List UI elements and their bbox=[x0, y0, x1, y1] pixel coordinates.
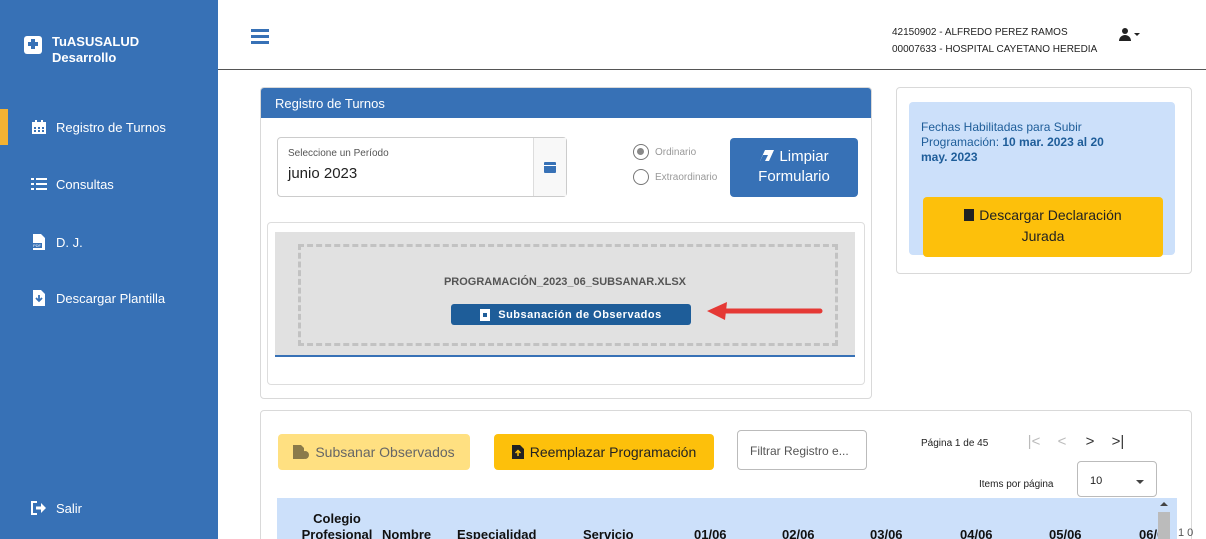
chevron-down-icon bbox=[1136, 480, 1144, 484]
limpiar-formulario-button[interactable]: Limpiar Formulario bbox=[730, 138, 858, 197]
card-title: Registro de Turnos bbox=[261, 88, 871, 118]
radio-unselected-icon[interactable] bbox=[633, 169, 649, 185]
periodo-field[interactable]: Seleccione un Período junio 2023 bbox=[277, 137, 567, 197]
fechas-info-panel: Fechas Habilitadas para Subir Programaci… bbox=[909, 102, 1175, 257]
limpiar-label-1: Limpiar bbox=[779, 148, 829, 165]
radio-selected-icon[interactable] bbox=[633, 144, 649, 160]
filtro-registro-input[interactable]: Filtrar Registro e... bbox=[737, 430, 867, 470]
descargar-label-2: Jurada bbox=[1021, 228, 1065, 244]
drop-zone-border bbox=[298, 244, 838, 346]
column-header-day[interactable]: 02/06 bbox=[782, 527, 815, 539]
radio-ordinario-label: Ordinario bbox=[655, 146, 697, 158]
list-icon bbox=[30, 175, 48, 193]
fechas-range-end: may. 2023 bbox=[921, 150, 978, 164]
fechas-card: Fechas Habilitadas para Subir Programaci… bbox=[896, 87, 1192, 274]
fechas-line3: may. 2023 bbox=[921, 150, 1171, 165]
red-arrow-annotation bbox=[707, 302, 823, 320]
column-header-colegio[interactable]: Colegio Profesional bbox=[297, 511, 377, 539]
fechas-range-start: 10 mar. 2023 al 20 bbox=[1002, 135, 1104, 149]
column-header-day[interactable]: 05/06 bbox=[1049, 527, 1082, 539]
app-root: TuASUSALUD Desarrollo Registro de Turnos… bbox=[0, 0, 1206, 539]
last-page-icon[interactable]: >| bbox=[1111, 433, 1125, 450]
download-file-icon bbox=[30, 289, 48, 307]
column-header-day[interactable]: 04/06 bbox=[960, 527, 993, 539]
corner-text: 1 0 bbox=[1178, 527, 1194, 539]
items-per-page-select[interactable]: 10 bbox=[1077, 461, 1157, 497]
sidebar-item-label: Registro de Turnos bbox=[56, 119, 166, 135]
periodo-value[interactable]: junio 2023 bbox=[288, 165, 357, 182]
fechas-line2: Programación: 10 mar. 2023 al 20 bbox=[921, 135, 1171, 150]
sidebar-item-dj[interactable]: PDF D. J. bbox=[0, 227, 218, 257]
column-header-day[interactable]: 01/06 bbox=[694, 527, 727, 539]
items-per-page-label: Items por página bbox=[979, 479, 1054, 490]
brand-name: TuASUSALUD bbox=[52, 34, 140, 49]
logout-icon bbox=[30, 499, 48, 517]
calendar-picker-icon[interactable] bbox=[533, 138, 566, 196]
eraser-icon bbox=[760, 150, 775, 161]
descargar-declaracion-button[interactable]: Descargar Declaración Jurada bbox=[923, 197, 1163, 257]
subsanar-observados-button[interactable]: Subsanar Observados bbox=[278, 434, 470, 470]
table-header: Colegio Profesional Nombre Especialidad … bbox=[277, 498, 1177, 539]
subsanar-label: Subsanar Observados bbox=[315, 444, 455, 460]
pdf-file-icon: PDF bbox=[30, 233, 48, 251]
column-header-nombre[interactable]: Nombre bbox=[382, 527, 431, 539]
programacion-table-card: Subsanar Observados Reemplazar Programac… bbox=[260, 410, 1192, 539]
download-file-icon bbox=[964, 209, 975, 221]
items-per-page-value: 10 bbox=[1090, 475, 1103, 487]
limpiar-label-2: Formulario bbox=[758, 168, 830, 185]
sidebar-item-consultas[interactable]: Consultas bbox=[0, 169, 218, 199]
brand-env: Desarrollo bbox=[52, 50, 117, 65]
radio-ordinario[interactable]: Ordinario bbox=[633, 144, 696, 160]
column-header-servicio[interactable]: Servicio bbox=[583, 527, 634, 539]
sidebar-item-label: Consultas bbox=[56, 176, 114, 192]
menu-toggle-icon[interactable] bbox=[251, 29, 269, 44]
column-header-day[interactable]: 03/06 bbox=[870, 527, 903, 539]
file-warning-icon bbox=[293, 445, 310, 459]
brand: TuASUSALUD Desarrollo bbox=[24, 34, 139, 66]
subsanacion-label: Subsanación de Observados bbox=[498, 308, 662, 321]
first-page-icon[interactable]: |< bbox=[1027, 433, 1041, 450]
prev-page-icon[interactable]: < bbox=[1055, 433, 1069, 450]
sidebar-item-salir[interactable]: Salir bbox=[0, 493, 218, 523]
calendar-icon bbox=[30, 118, 48, 136]
periodo-label: Seleccione un Período bbox=[288, 148, 389, 159]
user-info: 42150902 - ALFREDO PEREZ RAMOS 00007633 … bbox=[892, 24, 1097, 58]
file-upload-icon bbox=[511, 445, 524, 459]
fechas-text: Fechas Habilitadas para Subir Programaci… bbox=[921, 120, 1171, 165]
subsanacion-observados-button[interactable]: Subsanación de Observados bbox=[451, 304, 691, 325]
pagination-status: Página 1 de 45 bbox=[921, 438, 989, 449]
top-header: 42150902 - ALFREDO PEREZ RAMOS 00007633 … bbox=[218, 0, 1206, 70]
descargar-label-1: Descargar Declaración bbox=[979, 207, 1122, 223]
next-page-icon[interactable]: > bbox=[1083, 433, 1097, 450]
fechas-line1: Fechas Habilitadas para Subir bbox=[921, 120, 1082, 134]
file-drop-zone[interactable]: PROGRAMACIÓN_2023_06_SUBSANAR.XLSX Subsa… bbox=[275, 232, 855, 357]
sidebar-item-label: D. J. bbox=[56, 234, 83, 250]
file-icon bbox=[480, 308, 491, 321]
column-header-especialidad[interactable]: Especialidad bbox=[457, 527, 536, 539]
sidebar: TuASUSALUD Desarrollo Registro de Turnos… bbox=[0, 0, 218, 539]
reemplazar-programacion-button[interactable]: Reemplazar Programación bbox=[494, 434, 714, 470]
user-name: 42150902 - ALFREDO PEREZ RAMOS bbox=[892, 27, 1068, 38]
sidebar-item-registro-turnos[interactable]: Registro de Turnos bbox=[0, 109, 218, 145]
radio-extraordinario-label: Extraordinario bbox=[655, 171, 718, 183]
sidebar-item-label: Descargar Plantilla bbox=[56, 290, 166, 306]
pagination-controls: |< < > >| bbox=[1027, 433, 1125, 450]
medical-plus-icon bbox=[24, 36, 42, 54]
user-hospital: 00007633 - HOSPITAL CAYETANO HEREDIA bbox=[892, 44, 1098, 55]
fechas-prefix: Programación: bbox=[921, 135, 1003, 149]
user-menu-icon[interactable] bbox=[1118, 28, 1140, 42]
svg-text:PDF: PDF bbox=[33, 243, 42, 248]
sidebar-item-label: Salir bbox=[56, 500, 83, 516]
reemplazar-label: Reemplazar Programación bbox=[529, 444, 697, 460]
sidebar-item-descargar-plantilla[interactable]: Descargar Plantilla bbox=[0, 283, 218, 313]
table-scrollbar[interactable] bbox=[1158, 500, 1170, 539]
radio-extraordinario[interactable]: Extraordinario bbox=[633, 169, 717, 185]
uploaded-file-name: PROGRAMACIÓN_2023_06_SUBSANAR.XLSX bbox=[443, 276, 687, 288]
brand-text: TuASUSALUD Desarrollo bbox=[52, 34, 139, 66]
registro-turnos-card: Registro de Turnos Seleccione un Período… bbox=[260, 87, 872, 399]
